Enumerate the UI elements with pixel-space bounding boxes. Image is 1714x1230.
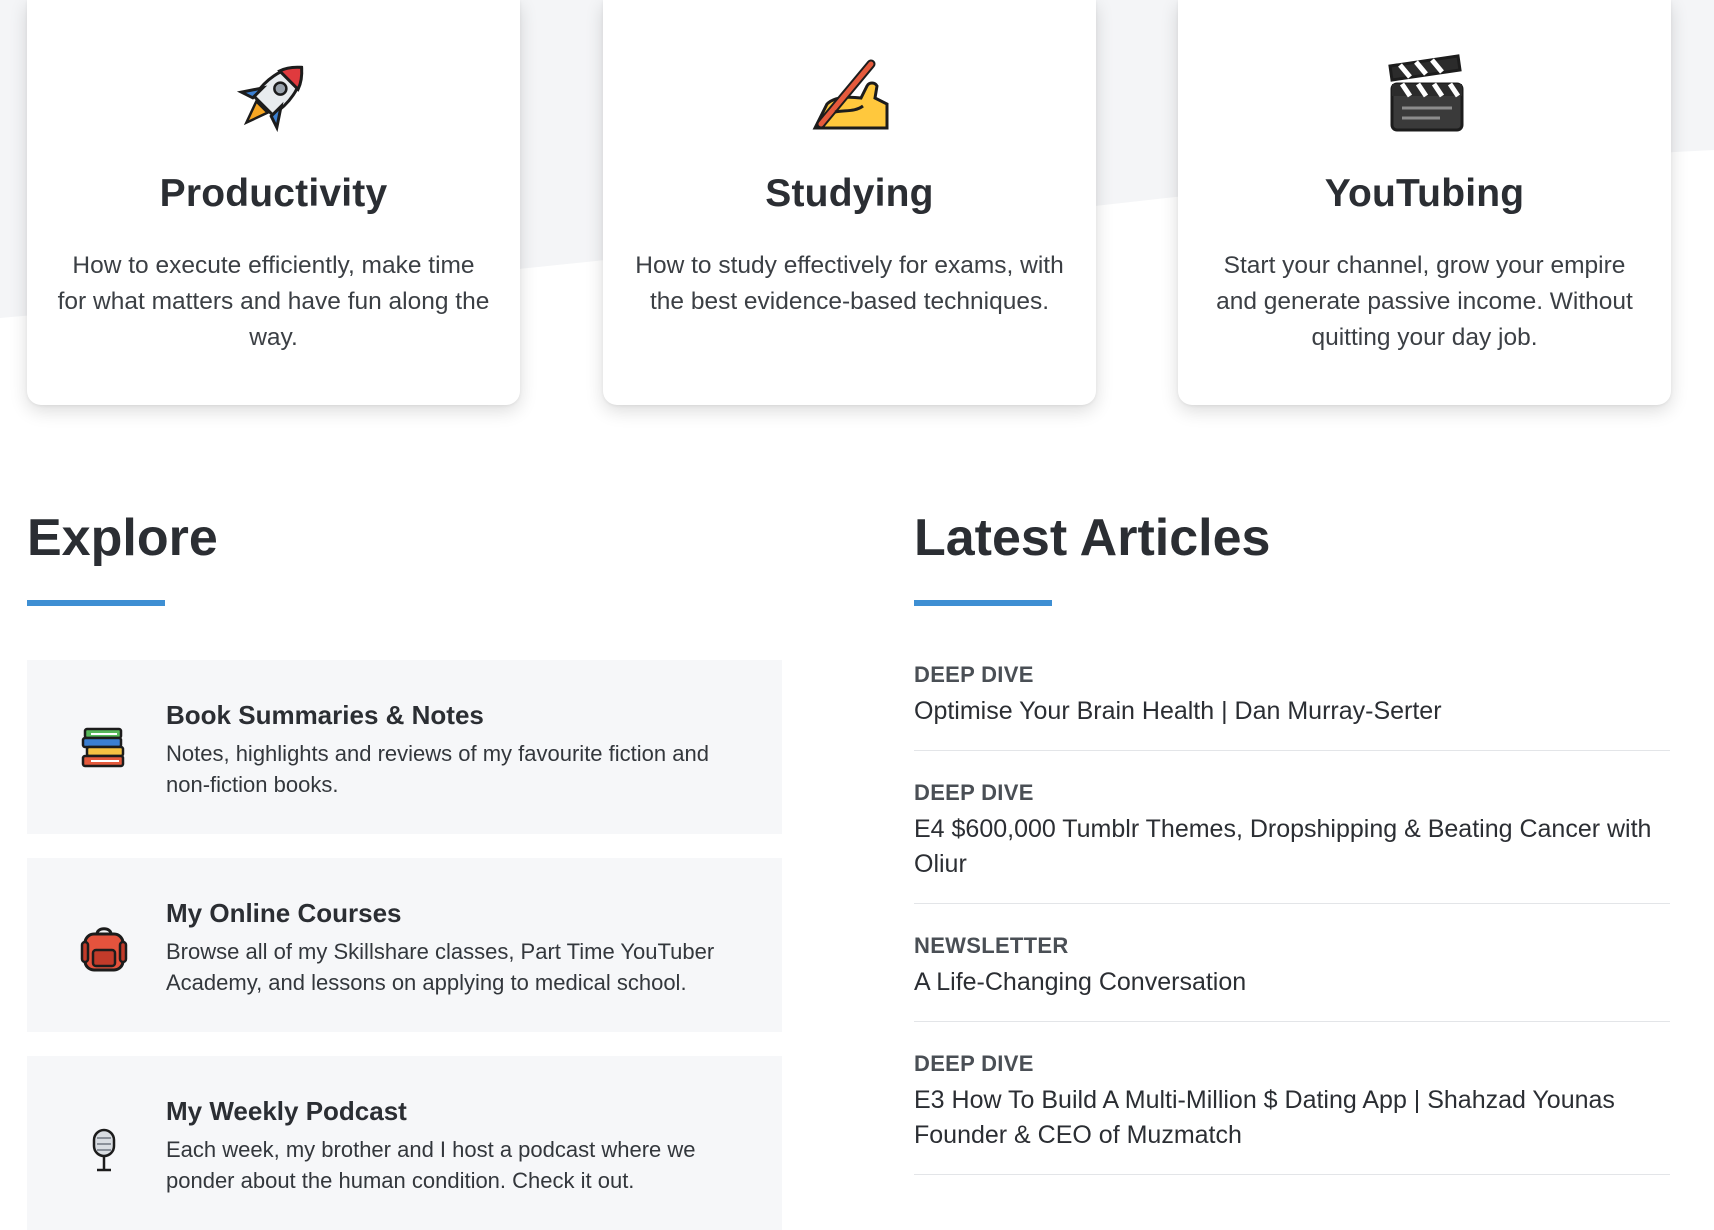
explore-item-title: My Online Courses — [166, 898, 402, 928]
explore-item-description: Notes, highlights and reviews of my favo… — [166, 741, 709, 797]
articles-heading-underline — [914, 600, 1052, 606]
topic-card-productivity[interactable]: Productivity How to execute efficiently,… — [27, 0, 520, 405]
article-item[interactable]: NEWSLETTER A Life-Changing Conversation — [914, 933, 1670, 1022]
topic-card-youtubing[interactable]: YouTubing Start your channel, grow your … — [1178, 0, 1671, 405]
explore-item-title: My Weekly Podcast — [166, 1096, 407, 1126]
explore-item-weekly-podcast[interactable]: My Weekly Podcast Each week, my brother … — [27, 1056, 782, 1230]
article-item[interactable]: DEEP DIVE E4 $600,000 Tumblr Themes, Dro… — [914, 780, 1670, 904]
rocket-icon — [236, 65, 303, 133]
microphone-icon — [92, 1128, 116, 1172]
topic-description: How to study effectively for exams, with… — [635, 252, 1064, 315]
clapper-board-icon — [1387, 54, 1463, 132]
explore-heading-underline — [27, 600, 165, 606]
explore-item-description: Browse all of my Skillshare classes, Par… — [166, 939, 715, 995]
explore-item-title: Book Summaries & Notes — [166, 700, 484, 730]
article-title[interactable]: E3 How To Build A Multi-Million $ Dating… — [914, 1083, 1670, 1153]
articles-heading: Latest Articles — [914, 509, 1271, 567]
article-category: DEEP DIVE — [914, 1051, 1034, 1076]
article-category: DEEP DIVE — [914, 780, 1034, 805]
topic-title: Studying — [765, 172, 934, 215]
explore-item-description: Each week, my brother and I host a podca… — [166, 1137, 696, 1193]
topic-title: Productivity — [159, 172, 388, 215]
article-item[interactable]: DEEP DIVE Optimise Your Brain Health | D… — [914, 662, 1670, 751]
article-title[interactable]: Optimise Your Brain Health | Dan Murray-… — [914, 694, 1670, 729]
explore-item-online-courses[interactable]: My Online Courses Browse all of my Skill… — [27, 858, 782, 1032]
writing-hand-icon — [812, 59, 888, 130]
books-icon — [81, 727, 125, 768]
topic-title: YouTubing — [1324, 172, 1525, 215]
backpack-icon — [80, 927, 128, 972]
article-category: DEEP DIVE — [914, 662, 1034, 687]
topic-card-studying[interactable]: Studying How to study effectively for ex… — [603, 0, 1096, 405]
topic-description: How to execute efficiently, make time fo… — [57, 252, 490, 351]
article-category: NEWSLETTER — [914, 933, 1069, 958]
article-title[interactable]: A Life-Changing Conversation — [914, 965, 1670, 1000]
article-item[interactable]: DEEP DIVE E3 How To Build A Multi-Millio… — [914, 1051, 1670, 1175]
explore-heading: Explore — [27, 509, 218, 567]
topic-description: Start your channel, grow your empire and… — [1216, 252, 1633, 351]
article-title[interactable]: E4 $600,000 Tumblr Themes, Dropshipping … — [914, 812, 1670, 882]
explore-item-book-summaries[interactable]: Book Summaries & Notes Notes, highlights… — [27, 660, 782, 834]
